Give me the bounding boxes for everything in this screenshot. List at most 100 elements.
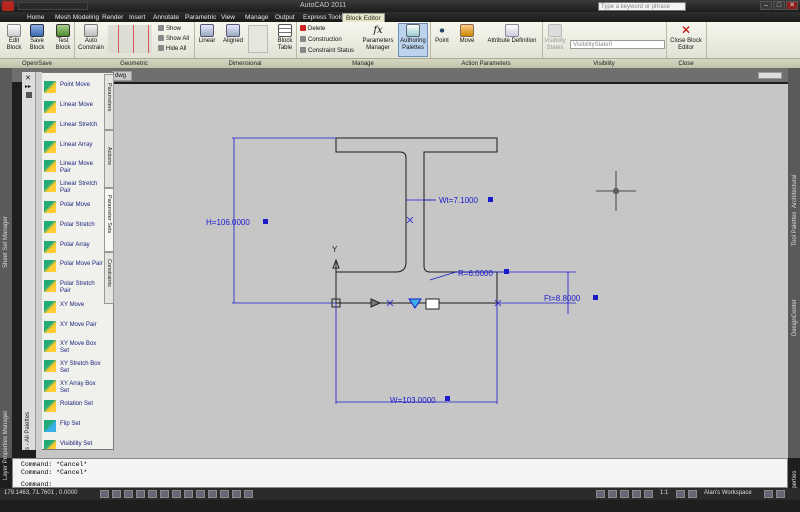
pan-icon[interactable]: [620, 490, 629, 498]
palette-item-linear-move[interactable]: Linear Move: [42, 98, 104, 118]
palette-item-xy-move-pair[interactable]: XY Move Pair: [42, 318, 104, 338]
palette-item-flip-set[interactable]: Flip Set: [42, 417, 104, 437]
panel-visibility[interactable]: Visibility: [542, 60, 666, 68]
show-all-button[interactable]: Show All: [158, 35, 189, 43]
model-space-icon[interactable]: [596, 490, 605, 498]
panel-action-parameters[interactable]: Action Parameters: [430, 60, 542, 68]
tab-view[interactable]: View: [218, 13, 238, 22]
close-window-button[interactable]: ✕: [786, 1, 798, 10]
auto-constrain-button[interactable]: Auto Constrain: [78, 24, 104, 52]
clean-screen-icon[interactable]: [776, 490, 785, 498]
palette-item-polar-array[interactable]: Polar Array: [42, 238, 104, 258]
workspace-switcher[interactable]: Alan's Workspace: [704, 490, 752, 496]
document-tab[interactable]: dwg: [112, 71, 132, 81]
command-input[interactable]: Command:: [21, 481, 781, 488]
dynamic-input-icon[interactable]: [196, 490, 205, 498]
palette-item-xy-move[interactable]: XY Move: [42, 298, 104, 318]
palette-item-visibility-set[interactable]: Visibility Set: [42, 437, 104, 449]
annotation-scale[interactable]: 1:1: [660, 490, 668, 496]
maximize-button[interactable]: □: [773, 1, 785, 10]
palette-item-point-move[interactable]: Point Move: [42, 78, 104, 98]
tab-parametric[interactable]: Parametric: [182, 13, 219, 22]
search-input[interactable]: Type a keyword or phrase: [598, 2, 686, 11]
attribute-definition-button[interactable]: Attribute Definition: [484, 24, 540, 45]
drawing-canvas[interactable]: Y H=106.0000 Wt=7.1000 R=6.0000 Ft=8.800…: [36, 84, 788, 458]
ucs-icon[interactable]: [184, 490, 193, 498]
architectural-tab[interactable]: Architectural: [792, 175, 798, 208]
tab-insert[interactable]: Insert: [126, 13, 148, 22]
parameters-manager-button[interactable]: fx Parameters Manager: [360, 24, 396, 52]
dimension-options[interactable]: [248, 25, 268, 53]
visibility-state-select[interactable]: VisibilityState0: [570, 40, 665, 49]
selection-cycling-icon[interactable]: [244, 490, 253, 498]
visibility-states-button[interactable]: Visibility States: [544, 24, 566, 52]
ortho-mode-icon[interactable]: [124, 490, 133, 498]
delete-button[interactable]: Delete: [300, 25, 325, 33]
layout-icon[interactable]: [608, 490, 617, 498]
palette-item-polar-stretch-pair[interactable]: Polar Stretch Pair: [42, 277, 104, 297]
aligned-button[interactable]: Aligned: [220, 24, 246, 45]
palette-tab-actions[interactable]: Actions: [104, 130, 114, 188]
geometric-constraint-grid[interactable]: [108, 25, 152, 53]
designcenter-tab[interactable]: DesignCenter: [792, 299, 798, 336]
tab-express-tools[interactable]: Express Tools: [300, 13, 346, 22]
constraint-status-button[interactable]: Constraint Status: [300, 47, 354, 55]
polar-tracking-icon[interactable]: [136, 490, 145, 498]
viewport-controls[interactable]: [758, 72, 782, 79]
palette-tab-constraints[interactable]: Constraints: [104, 252, 114, 304]
palette-item-polar-move-pair[interactable]: Polar Move Pair: [42, 257, 104, 277]
hide-all-button[interactable]: Hide All: [158, 45, 186, 53]
palette-item-linear-move-pair[interactable]: Linear Move Pair: [42, 157, 104, 177]
quick-access-toolbar[interactable]: [18, 2, 88, 10]
quick-properties-icon[interactable]: [232, 490, 241, 498]
close-block-editor-button[interactable]: ✕ Close Block Editor: [668, 24, 704, 52]
show-button[interactable]: Show: [158, 25, 181, 33]
palette-item-rotation-set[interactable]: Rotation Set: [42, 397, 104, 417]
tab-render[interactable]: Render: [99, 13, 126, 22]
tab-block-editor[interactable]: Block Editor: [342, 13, 385, 22]
linear-button[interactable]: Linear: [196, 24, 218, 45]
palette-autohide-icon[interactable]: ▸▸: [25, 83, 31, 90]
authoring-palettes-button[interactable]: Authoring Palettes: [398, 23, 428, 57]
tab-mesh-modeling[interactable]: Mesh Modeling: [52, 13, 102, 22]
test-block-button[interactable]: Test Block: [52, 24, 74, 52]
palette-close-icon[interactable]: ✕: [25, 74, 31, 82]
lock-ui-icon[interactable]: [764, 490, 773, 498]
grid-display-icon[interactable]: [112, 490, 121, 498]
tab-manage[interactable]: Manage: [242, 13, 272, 22]
palette-item-xy-array-box-set[interactable]: XY Array Box Set: [42, 377, 104, 397]
panel-open-save[interactable]: Open/Save: [0, 60, 74, 68]
zoom-icon[interactable]: [632, 490, 641, 498]
tab-output[interactable]: Output: [272, 13, 298, 22]
palette-tab-parameters[interactable]: Parameters: [104, 74, 114, 130]
tab-home[interactable]: Home: [24, 13, 47, 22]
tab-annotate[interactable]: Annotate: [150, 13, 182, 22]
layer-properties-manager-tab[interactable]: Layer Properties Manager: [3, 411, 9, 480]
sheet-set-manager-tab[interactable]: Sheet Set Manager: [3, 216, 9, 268]
panel-geometric[interactable]: Geometric: [74, 60, 194, 68]
auto-scale-icon[interactable]: [688, 490, 697, 498]
palette-item-linear-array[interactable]: Linear Array: [42, 138, 104, 158]
palette-item-xy-move-box-set[interactable]: XY Move Box Set: [42, 337, 104, 357]
panel-close[interactable]: Close: [666, 60, 706, 68]
palette-item-xy-stretch-box-set[interactable]: XY Stretch Box Set: [42, 357, 104, 377]
construction-button[interactable]: Construction: [300, 36, 342, 44]
annotation-visibility-icon[interactable]: [676, 490, 685, 498]
palette-item-linear-stretch-pair[interactable]: Linear Stretch Pair: [42, 177, 104, 197]
lineweight-icon[interactable]: [208, 490, 217, 498]
palette-item-polar-move[interactable]: Polar Move: [42, 198, 104, 218]
steering-wheel-icon[interactable]: [644, 490, 653, 498]
object-snap-tracking-icon[interactable]: [172, 490, 181, 498]
edit-block-button[interactable]: Edit Block: [2, 24, 26, 52]
3d-object-snap-icon[interactable]: [160, 490, 169, 498]
transparency-icon[interactable]: [220, 490, 229, 498]
block-drawing[interactable]: Y H=106.0000 Wt=7.1000 R=6.0000 Ft=8.800…: [36, 84, 788, 458]
object-snap-icon[interactable]: [148, 490, 157, 498]
tool-palettes-tab[interactable]: Tool Palettes: [792, 212, 798, 246]
move-button[interactable]: Move: [456, 24, 478, 45]
snap-mode-icon[interactable]: [100, 490, 109, 498]
block-table-button[interactable]: Block Table: [274, 24, 296, 52]
palette-properties-icon[interactable]: [26, 92, 32, 98]
minimize-button[interactable]: –: [760, 1, 772, 10]
save-block-button[interactable]: Save Block: [26, 24, 48, 52]
